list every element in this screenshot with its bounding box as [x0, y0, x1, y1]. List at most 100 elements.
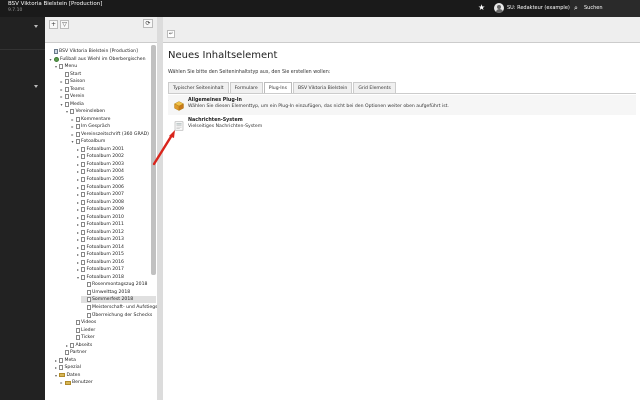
tree-node-label[interactable]: Lieder	[81, 327, 95, 334]
folder-icon[interactable]	[64, 380, 71, 385]
page-icon[interactable]	[81, 259, 85, 265]
chevron-right-icon[interactable]: ▸	[76, 176, 81, 183]
tree-node-label[interactable]: Fotoalbum 2018	[87, 274, 124, 281]
chevron-down-icon[interactable]: ▾	[65, 108, 70, 115]
chevron-right-icon[interactable]: ▸	[76, 214, 81, 221]
tree-node-label[interactable]: Daten	[67, 372, 81, 379]
tree-node-label[interactable]: Kommentare	[81, 116, 111, 123]
tree-node[interactable]: ▸ Spezial	[54, 364, 157, 371]
page-icon[interactable]	[64, 71, 69, 77]
tree-node-label[interactable]: Umwelttag 2018	[92, 289, 130, 296]
page-icon[interactable]	[81, 237, 85, 243]
tree-node[interactable]: ▾ Fotoalbum 2018	[76, 274, 157, 281]
tree-node-label[interactable]: Sommerfest 2018	[92, 296, 133, 303]
chevron-down-icon[interactable]: ▾	[76, 274, 81, 281]
tree-node-label[interactable]: BSV Viktoria Bielstein [Production]	[59, 48, 138, 55]
tree-node-label[interactable]: Fotoalbum 2017	[87, 266, 124, 273]
wizard-item-news-system[interactable]: Nachrichten-System Vielseitiges Nachrich…	[168, 115, 636, 137]
chevron-right-icon[interactable]: ▸	[76, 184, 81, 191]
tree-node[interactable]: Lieder	[70, 327, 156, 334]
close-icon[interactable]: ↵	[167, 30, 175, 38]
tree-node[interactable]: ▸ Fotoalbum 2006	[76, 184, 157, 191]
tree-node-label[interactable]: Meisterschaft- und Aufstiegsfeier	[92, 304, 157, 311]
star-icon[interactable]: ★	[478, 3, 485, 13]
site-root-icon[interactable]	[53, 49, 58, 54]
folder-icon[interactable]	[59, 373, 65, 378]
tab-formulare[interactable]: Formulare	[229, 82, 263, 93]
tab-typischer-seiteninhalt[interactable]: Typischer Seiteninhalt	[168, 82, 229, 93]
chevron-right-icon[interactable]: ▸	[76, 221, 81, 228]
page-icon[interactable]	[81, 146, 85, 152]
page-icon[interactable]	[75, 335, 80, 341]
tree-node[interactable]: BSV Viktoria Bielstein [Production]	[48, 48, 156, 55]
chevron-right-icon[interactable]: ▸	[76, 146, 81, 153]
page-icon[interactable]	[75, 124, 80, 130]
tree-node[interactable]: ▸ Fotoalbum 2009	[76, 206, 157, 213]
tree-node[interactable]: ▸ Fotoalbum 2016	[76, 259, 157, 266]
tree-node[interactable]: ▸ Fotoalbum 2012	[76, 229, 157, 236]
page-icon[interactable]	[64, 350, 69, 356]
tree-node-label[interactable]: Rosenmontagszug 2018	[92, 281, 147, 288]
chevron-right-icon[interactable]: ▸	[76, 244, 81, 251]
tree-node-label[interactable]: Videos	[81, 319, 96, 326]
page-icon[interactable]	[81, 214, 85, 220]
chevron-right-icon[interactable]: ▸	[54, 364, 59, 371]
tree-node-label[interactable]: Media	[70, 101, 84, 108]
chevron-down-icon[interactable]: ▾	[54, 63, 59, 70]
page-icon[interactable]	[81, 274, 85, 280]
page-icon[interactable]	[64, 86, 69, 92]
wizard-item-generic-plugin[interactable]: Allgemeines Plug-In Wählen Sie diesen El…	[168, 95, 636, 117]
tree-node[interactable]: ▾ Menu	[54, 63, 157, 70]
tree-node-label[interactable]: Vereinszeitschrift (360 GRAD)	[81, 131, 149, 138]
page-icon[interactable]	[70, 109, 74, 115]
tree-node[interactable]: ▾ Daten	[54, 372, 157, 379]
chevron-down-icon[interactable]	[34, 85, 38, 88]
tree-node-label[interactable]: Fotoalbum 2009	[87, 206, 124, 213]
tree-node-label[interactable]: Fotoalbum 2010	[87, 214, 124, 221]
chevron-right-icon[interactable]: ▸	[76, 191, 81, 198]
tree-node[interactable]: ▾ Vereinsleben	[65, 108, 157, 115]
tree-node-label[interactable]: Fotoalbum	[81, 138, 105, 145]
page-icon[interactable]	[81, 244, 85, 250]
globe-icon[interactable]	[53, 56, 59, 62]
tree-node[interactable]: Überreichung der Schecks	[81, 312, 156, 319]
filter-icon[interactable]: ▽	[60, 20, 69, 29]
chevron-down-icon[interactable]	[34, 25, 38, 28]
tree-node-label[interactable]: Fotoalbum 2001	[87, 146, 124, 153]
chevron-right-icon[interactable]: ▸	[76, 161, 81, 168]
tree-node-label[interactable]: Fotoalbum 2008	[87, 199, 124, 206]
panel-splitter[interactable]	[157, 17, 163, 400]
page-icon[interactable]	[81, 222, 85, 228]
tree-node[interactable]: Meisterschaft- und Aufstiegsfeier	[81, 304, 157, 311]
page-icon[interactable]	[75, 139, 80, 145]
page-icon[interactable]	[59, 357, 63, 363]
chevron-right-icon[interactable]: ▸	[54, 357, 59, 364]
page-icon[interactable]	[81, 169, 85, 175]
tree-node[interactable]: ▸ Kommentare	[70, 116, 156, 123]
chevron-right-icon[interactable]: ▸	[59, 379, 64, 386]
tree-node[interactable]: ▸ Teams	[59, 86, 156, 93]
tree-node[interactable]: ▸ Fotoalbum 2001	[76, 146, 157, 153]
tree-node-label[interactable]: Start	[70, 71, 81, 78]
tree-node[interactable]: ▸ Im Gespräch	[70, 123, 156, 130]
tree-node-label[interactable]: Fotoalbum 2005	[87, 176, 124, 183]
tree-node[interactable]: Umwelttag 2018	[81, 289, 156, 296]
tree-node-label[interactable]: Abseits	[76, 342, 93, 349]
chevron-right-icon[interactable]: ▸	[59, 78, 64, 85]
chevron-right-icon[interactable]: ▸	[76, 266, 81, 273]
tree-node-label[interactable]: Saison	[70, 78, 85, 85]
page-icon[interactable]	[81, 229, 85, 235]
tree-node-label[interactable]: Fotoalbum 2003	[87, 161, 124, 168]
tree-node-label[interactable]: Fotoalbum 2016	[87, 259, 124, 266]
page-icon[interactable]	[81, 154, 85, 160]
page-icon[interactable]	[86, 312, 91, 318]
tree-node-label[interactable]: Fotoalbum 2011	[87, 221, 124, 228]
page-icon[interactable]	[81, 252, 85, 258]
page-icon[interactable]	[86, 282, 91, 288]
tree-node-label[interactable]: Fotoalbum 2014	[87, 244, 124, 251]
tree-node-label[interactable]: Überreichung der Schecks	[92, 312, 152, 319]
tree-node-label[interactable]: Ticker	[81, 334, 95, 341]
user-menu-label[interactable]: SU: Redakteur (example)	[507, 4, 570, 12]
tree-node[interactable]: ▸ Fotoalbum 2003	[76, 161, 157, 168]
page-icon[interactable]	[81, 161, 85, 167]
